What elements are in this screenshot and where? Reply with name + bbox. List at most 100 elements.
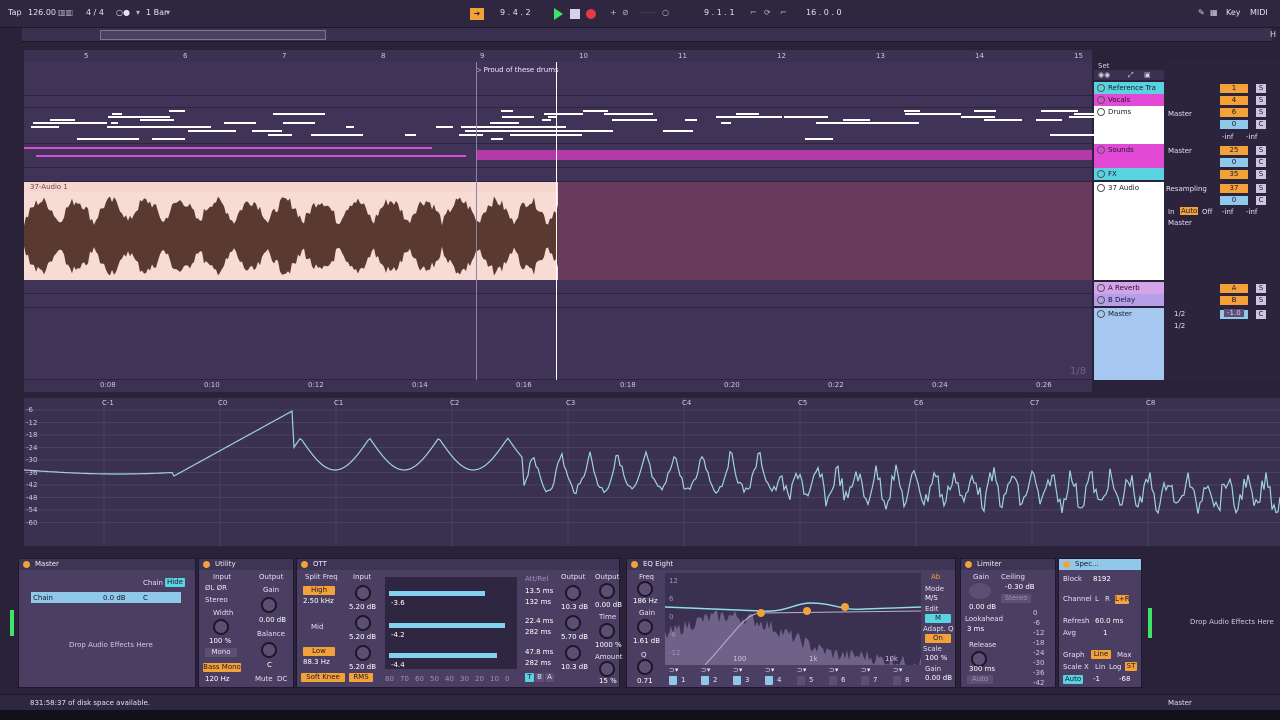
q-knob[interactable] — [637, 659, 653, 675]
bass-mono-button[interactable]: Bass Mono — [203, 663, 241, 672]
dc-button[interactable]: DC — [277, 675, 287, 683]
ceiling-value[interactable]: -0.30 dB — [1005, 583, 1035, 591]
solo-button[interactable]: S — [1256, 284, 1266, 293]
midi-note[interactable] — [282, 122, 316, 124]
eq-band-handle[interactable] — [757, 609, 765, 617]
mid-output-value[interactable]: 5.70 dB — [561, 633, 588, 641]
midi-note[interactable] — [783, 116, 829, 118]
eq-band-toggle[interactable] — [893, 676, 901, 685]
low-output-knob[interactable] — [565, 645, 581, 661]
midi-note[interactable] — [541, 119, 552, 121]
master-rack[interactable]: Master Chain Hide Chain 0.0 dB C Drop Au… — [18, 558, 196, 688]
chevron-down-icon[interactable]: ▾ — [136, 8, 140, 17]
track-number-field[interactable]: 0 — [1220, 120, 1248, 129]
solo-button[interactable]: S — [1256, 146, 1266, 155]
eq-gain-value[interactable]: 1.61 dB — [633, 637, 660, 645]
track-lane-delay[interactable] — [24, 294, 1092, 308]
graph-max-button[interactable]: Max — [1117, 651, 1131, 659]
limiter-gain-knob[interactable] — [969, 583, 991, 599]
track-activator-icon[interactable] — [1097, 146, 1105, 154]
width-knob[interactable] — [213, 619, 229, 635]
midi-note[interactable] — [489, 122, 519, 124]
midi-note[interactable] — [32, 122, 85, 124]
midi-note[interactable] — [741, 113, 758, 115]
low-output-value[interactable]: 10.3 dB — [561, 663, 588, 671]
fold-icon[interactable]: ◉◉ — [1098, 71, 1110, 79]
track-header[interactable]: 37 Audio — [1094, 182, 1164, 280]
ott-b-button[interactable]: B — [535, 673, 544, 682]
track-lane-reverb[interactable] — [24, 280, 1092, 294]
high-output-knob[interactable] — [565, 585, 581, 601]
keyboard-icon[interactable]: ▦ — [1210, 8, 1218, 17]
follow-toggle[interactable]: H — [1270, 30, 1276, 39]
midi-note[interactable] — [77, 138, 140, 140]
track-lane-vocals[interactable] — [24, 96, 1092, 108]
low-input-value[interactable]: 5.20 dB — [349, 663, 376, 671]
eq-filter-type-icon[interactable]: ⊃▾ — [829, 666, 838, 674]
mid-release[interactable]: 282 ms — [525, 628, 551, 636]
midi-note[interactable] — [720, 122, 732, 124]
freq-value[interactable]: 186 Hz — [633, 597, 658, 605]
grid-zoom-label[interactable]: 1/8 — [1070, 366, 1086, 377]
solo-button[interactable]: S — [1256, 108, 1266, 117]
solo-button[interactable]: S — [1256, 96, 1266, 105]
channel-l-button[interactable]: L — [1095, 595, 1099, 603]
midi-note[interactable] — [31, 126, 59, 128]
midi-note[interactable] — [108, 116, 170, 118]
mid-input-knob[interactable] — [355, 615, 371, 631]
power-icon[interactable] — [23, 561, 30, 568]
ott-a-button[interactable]: A — [545, 673, 554, 682]
midi-note[interactable] — [139, 119, 175, 121]
midi-note[interactable] — [583, 110, 609, 112]
stereo-link-button[interactable]: Stereo — [1001, 594, 1031, 603]
ab-compare-button[interactable]: Ab — [931, 573, 940, 581]
draw-mode-icon[interactable]: ✎ — [1198, 8, 1205, 17]
track-number-field[interactable]: A — [1220, 284, 1248, 293]
avg-value[interactable]: 1 — [1103, 629, 1107, 637]
track-activator-icon[interactable] — [1097, 310, 1105, 318]
output-gain-value[interactable]: 0.00 dB — [925, 674, 952, 682]
midi-note[interactable] — [507, 126, 566, 128]
eq-band-toggle[interactable] — [797, 676, 805, 685]
freq-knob[interactable] — [637, 581, 653, 597]
limiter-gain-value[interactable]: 0.00 dB — [969, 603, 996, 611]
solo-button[interactable]: S — [1256, 296, 1266, 305]
scale-st-button[interactable]: ST — [1125, 662, 1137, 671]
mid-attack[interactable]: 22.4 ms — [525, 617, 553, 625]
amount-knob[interactable] — [599, 661, 615, 677]
amount-value[interactable]: 15 % — [599, 677, 617, 685]
high-release[interactable]: 132 ms — [525, 598, 551, 606]
high-attack[interactable]: 13.5 ms — [525, 587, 553, 595]
gain-knob[interactable] — [261, 597, 277, 613]
midi-note[interactable] — [603, 113, 630, 115]
midi-note[interactable] — [268, 134, 292, 136]
track-lane-master[interactable] — [24, 308, 1092, 380]
punch-out-icon[interactable]: ⌐ — [780, 8, 787, 17]
high-input-knob[interactable] — [355, 585, 371, 601]
limiter-title[interactable]: Limiter — [961, 559, 1055, 570]
auto-release-button[interactable]: Auto — [967, 675, 993, 684]
track-header[interactable]: B Delay — [1094, 294, 1164, 306]
edit-channel-button[interactable]: M — [925, 614, 951, 623]
utility-device[interactable]: Utility Input Output ØL ØR Gain Stereo W… — [198, 558, 294, 688]
midi-note[interactable] — [459, 134, 483, 136]
high-band-button[interactable]: High — [303, 586, 335, 595]
range-low[interactable]: -1 — [1093, 675, 1100, 683]
power-icon[interactable] — [1063, 561, 1070, 568]
eq-filter-type-icon[interactable]: ⊃▾ — [733, 666, 742, 674]
audio-clip-header[interactable] — [24, 182, 558, 192]
low-release[interactable]: 282 ms — [525, 659, 551, 667]
midi-note[interactable] — [904, 110, 921, 112]
track-header[interactable]: A Reverb — [1094, 282, 1164, 294]
time-value[interactable]: 1000 % — [595, 641, 622, 649]
q-value[interactable]: 0.71 — [637, 677, 653, 685]
midi-note[interactable] — [974, 110, 996, 112]
eq-filter-type-icon[interactable]: ⊃▾ — [669, 666, 678, 674]
master-output-value[interactable]: 0.00 dB — [595, 601, 622, 609]
track-number-field[interactable]: 6 — [1220, 108, 1248, 117]
eq-graph[interactable] — [664, 573, 922, 666]
track-header[interactable]: Vocals — [1094, 94, 1164, 106]
midi-note[interactable] — [151, 126, 212, 128]
midi-note[interactable] — [490, 138, 502, 140]
eq-filter-type-icon[interactable]: ⊃▾ — [893, 666, 902, 674]
